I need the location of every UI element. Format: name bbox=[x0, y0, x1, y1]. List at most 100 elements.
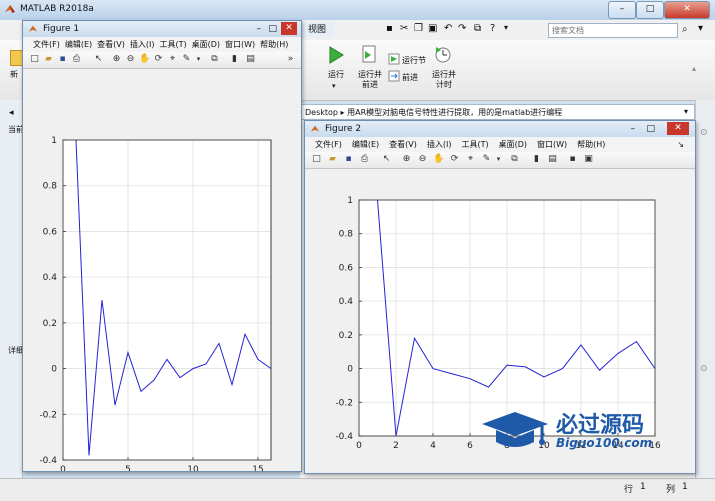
menu-tools[interactable]: 工具(T) bbox=[159, 40, 186, 49]
undo-icon[interactable]: ↶ bbox=[444, 23, 452, 34]
print-icon[interactable]: ⎙ bbox=[359, 154, 370, 165]
menu-help[interactable]: 帮助(H) bbox=[260, 40, 288, 49]
menu-desktop[interactable]: 桌面(D) bbox=[499, 140, 527, 149]
figure-1-chart[interactable]: 0 5 10 15 1 0.8 0.6 0.4 0.2 0 -0.2 -0.4 bbox=[23, 69, 299, 471]
link-plot-icon[interactable]: ⧉ bbox=[509, 154, 520, 165]
address-dropdown-icon[interactable]: ▾ bbox=[684, 107, 688, 116]
save-figure-icon[interactable]: ▪ bbox=[343, 154, 354, 165]
brush-dropdown-icon[interactable]: ▾ bbox=[493, 154, 504, 165]
back-icon[interactable]: ◂ bbox=[9, 108, 14, 118]
rotate-icon[interactable]: ⟳ bbox=[449, 154, 460, 165]
run-section-label[interactable]: 运行节 bbox=[402, 55, 426, 66]
figure-1-minimize-button[interactable]: – bbox=[257, 21, 262, 37]
switch-windows-icon[interactable]: ⧉ bbox=[474, 23, 481, 34]
save-icon[interactable]: ▪ bbox=[386, 23, 393, 34]
advance-label[interactable]: 前进 bbox=[402, 72, 418, 83]
menu-edit[interactable]: 编辑(E) bbox=[65, 40, 92, 49]
menu-edit[interactable]: 编辑(E) bbox=[352, 140, 379, 149]
run-label[interactable]: 运行 bbox=[322, 70, 350, 80]
zoom-in-icon[interactable]: ⊕ bbox=[111, 54, 122, 65]
save-figure-icon[interactable]: ▪ bbox=[57, 54, 68, 65]
hide-plot-tools-icon[interactable]: ▪ bbox=[567, 154, 578, 165]
run-advance-icon[interactable] bbox=[361, 45, 377, 63]
menu-insert[interactable]: 插入(I) bbox=[130, 40, 155, 49]
menu-dock-icon[interactable]: ↘ bbox=[677, 137, 684, 152]
new-figure-icon[interactable]: □ bbox=[311, 154, 322, 165]
menu-view[interactable]: 查看(V) bbox=[97, 40, 125, 49]
run-advance-label-2[interactable]: 前进 bbox=[354, 80, 386, 90]
matlab-logo-icon bbox=[5, 5, 15, 13]
menu-insert[interactable]: 插入(I) bbox=[427, 140, 452, 149]
figure-2-toolbar: □ ▰ ▪ ⎙ ↖ ⊕ ⊖ ✋ ⟳ ⌖ ✎ ▾ ⧉ ▮ ▤ ▪ ▣ bbox=[305, 152, 695, 169]
minimize-button[interactable]: – bbox=[608, 1, 636, 19]
colorbar-icon[interactable]: ▮ bbox=[229, 54, 240, 65]
menu-tools[interactable]: 工具(T) bbox=[461, 140, 488, 149]
panel-options-icon-2[interactable]: ⊙ bbox=[700, 364, 708, 374]
redo-icon[interactable]: ↷ bbox=[458, 23, 466, 34]
paste-icon[interactable]: ▣ bbox=[428, 23, 437, 34]
run-advance-label-1[interactable]: 运行并 bbox=[354, 70, 386, 80]
edit-plot-icon[interactable]: ↖ bbox=[381, 154, 392, 165]
menu-file[interactable]: 文件(F) bbox=[33, 40, 60, 49]
y-tick-label: -0.2 bbox=[335, 398, 353, 408]
print-icon[interactable]: ⎙ bbox=[71, 54, 82, 65]
address-bar[interactable]: Desktop ▸ 用AR模型对脑电信号特性进行提取，用的是matlab进行编程 bbox=[300, 104, 695, 120]
figure-1-close-button[interactable]: ✕ bbox=[281, 22, 297, 35]
new-figure-icon[interactable]: □ bbox=[29, 54, 40, 65]
ribbon-collapse-icon[interactable]: ▴ bbox=[692, 64, 696, 73]
menu-desktop[interactable]: 桌面(D) bbox=[192, 40, 220, 49]
panel-options-icon[interactable]: ⊙ bbox=[700, 128, 708, 138]
maximize-button[interactable]: □ bbox=[636, 1, 664, 19]
rotate-icon[interactable]: ⟳ bbox=[153, 54, 164, 65]
plot-area[interactable] bbox=[62, 139, 272, 461]
edit-plot-icon[interactable]: ↖ bbox=[93, 54, 104, 65]
brush-icon[interactable]: ✎ bbox=[481, 154, 492, 165]
link-plot-icon[interactable]: ⧉ bbox=[209, 54, 220, 65]
pan-icon[interactable]: ✋ bbox=[139, 54, 150, 65]
open-file-icon[interactable]: ▰ bbox=[327, 154, 338, 165]
figure-2-close-button[interactable]: ✕ bbox=[667, 122, 689, 135]
run-time-label-2[interactable]: 计时 bbox=[428, 80, 460, 90]
tab-view[interactable]: 视图 bbox=[300, 22, 335, 38]
menu-help[interactable]: 帮助(H) bbox=[577, 140, 605, 149]
x-tick-label: 15 bbox=[252, 465, 263, 471]
menu-file[interactable]: 文件(F) bbox=[315, 140, 342, 149]
data-cursor-icon[interactable]: ⌖ bbox=[465, 154, 476, 165]
legend-icon[interactable]: ▤ bbox=[547, 154, 558, 165]
figure-2-maximize-button[interactable]: □ bbox=[646, 121, 655, 137]
run-section-icon[interactable] bbox=[388, 53, 400, 65]
close-button[interactable]: ✕ bbox=[664, 1, 710, 19]
notification-icon[interactable]: ▾ bbox=[698, 23, 703, 34]
run-icon[interactable] bbox=[328, 46, 344, 64]
data-cursor-icon[interactable]: ⌖ bbox=[167, 54, 178, 65]
y-tick-label: 0.2 bbox=[43, 319, 57, 329]
show-plot-tools-icon[interactable]: ▣ bbox=[583, 154, 594, 165]
search-icon[interactable]: ⌕ bbox=[682, 24, 688, 35]
help-dropdown-icon[interactable]: ▾ bbox=[504, 23, 508, 32]
open-file-icon[interactable]: ▰ bbox=[43, 54, 54, 65]
figure-1-maximize-button[interactable]: □ bbox=[268, 21, 277, 37]
pan-icon[interactable]: ✋ bbox=[433, 154, 444, 165]
cut-icon[interactable]: ✂ bbox=[400, 23, 408, 34]
colorbar-icon[interactable]: ▮ bbox=[531, 154, 542, 165]
brush-dropdown-icon[interactable]: ▾ bbox=[193, 54, 204, 65]
advance-icon[interactable] bbox=[388, 70, 400, 82]
search-docs-input[interactable] bbox=[548, 23, 678, 38]
run-time-icon[interactable] bbox=[434, 45, 452, 63]
zoom-out-icon[interactable]: ⊖ bbox=[417, 154, 428, 165]
copy-icon[interactable]: ❐ bbox=[414, 23, 423, 34]
watermark-cap-icon bbox=[482, 412, 548, 447]
zoom-out-icon[interactable]: ⊖ bbox=[125, 54, 136, 65]
menu-view[interactable]: 查看(V) bbox=[389, 140, 417, 149]
help-icon[interactable]: ? bbox=[490, 23, 495, 34]
toolbar-overflow-icon[interactable]: » bbox=[285, 54, 296, 65]
menu-window[interactable]: 窗口(W) bbox=[537, 140, 567, 149]
figure-1-title: Figure 1 bbox=[43, 24, 80, 34]
run-time-label-1[interactable]: 运行并 bbox=[428, 70, 460, 80]
brush-icon[interactable]: ✎ bbox=[181, 54, 192, 65]
legend-icon[interactable]: ▤ bbox=[245, 54, 256, 65]
zoom-in-icon[interactable]: ⊕ bbox=[401, 154, 412, 165]
menu-window[interactable]: 窗口(W) bbox=[225, 40, 255, 49]
figure-2-minimize-button[interactable]: – bbox=[631, 121, 636, 137]
run-dropdown-icon[interactable]: ▾ bbox=[332, 82, 336, 90]
